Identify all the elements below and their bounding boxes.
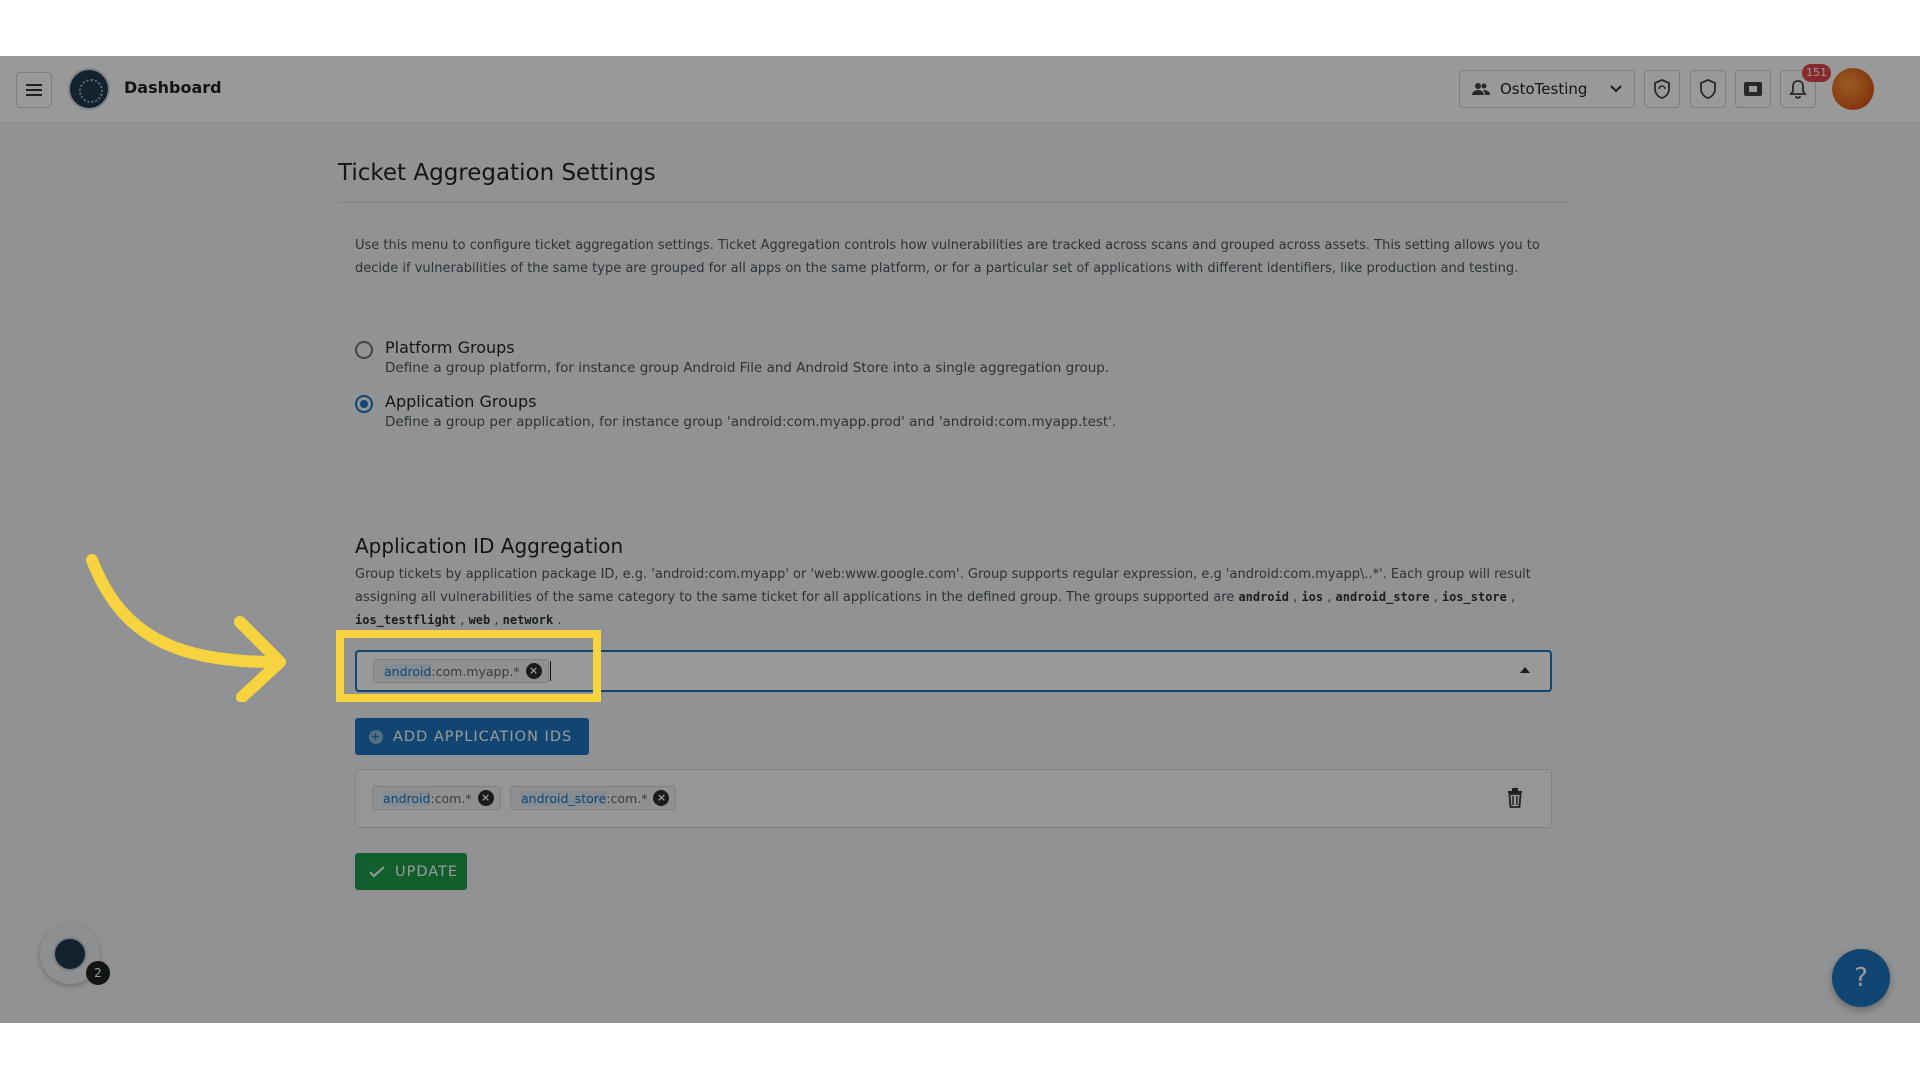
tutorial-overlay	[0, 56, 1920, 1023]
pointer-arrow-icon	[86, 554, 286, 702]
app-window: Dashboard OstoTesting 151 Ticket Aggrega…	[0, 56, 1920, 1023]
highlight-box	[336, 630, 601, 702]
